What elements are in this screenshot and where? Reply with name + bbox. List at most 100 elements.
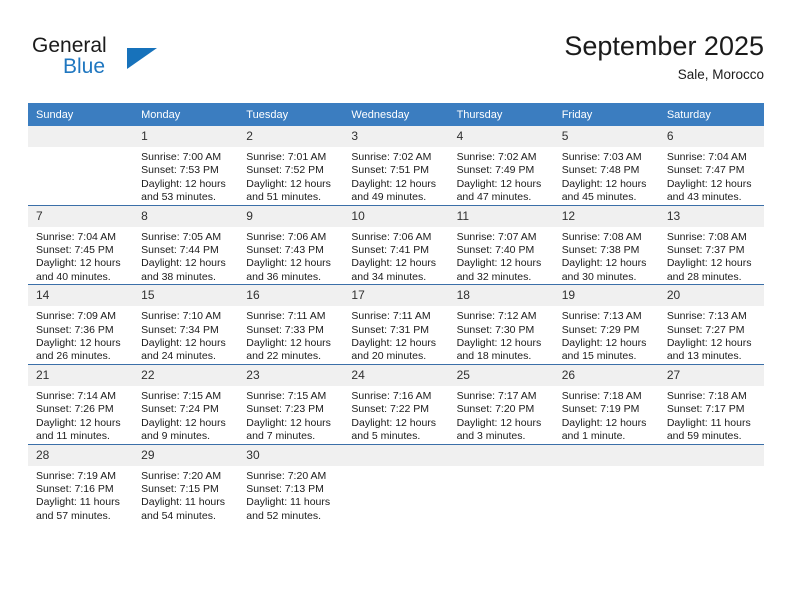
calendar-day-cell[interactable]: 12 Sunrise: 7:08 AM Sunset: 7:38 PM Dayligh…: [553, 204, 659, 285]
day-info: Sunrise: 7:15 AM Sunset: 7:24 PM Daylight:…: [133, 386, 238, 444]
sunrise-text: Sunrise: 7:11 AM: [246, 310, 326, 323]
calendar-day-cell[interactable]: 22 Sunrise: 7:15 AM Sunset: 7:24 PM Dayligh…: [133, 363, 239, 444]
daylight-text-line1: Daylight: 12 hours: [351, 177, 437, 190]
daylight-text-line1: Daylight: 12 hours: [141, 257, 226, 270]
sunrise-text: Sunrise: 7:16 AM: [351, 389, 432, 402]
day-number: 20: [658, 285, 764, 307]
sunrise-text: Sunrise: 7:04 AM: [666, 151, 747, 163]
calendar-day-cell[interactable]: 1 Sunrise: 7:00 AM Sunset: 7:53 PM Daylight…: [133, 126, 239, 206]
sunset-text: Sunset: 7:26 PM: [36, 403, 114, 416]
day-number: [658, 444, 764, 466]
calendar-day-cell[interactable]: 23 Sunrise: 7:15 AM Sunset: 7:23 PM Dayligh…: [238, 363, 344, 444]
daylight-text-line2: and 1 minute.: [561, 430, 626, 443]
calendar-week-row: 14 Sunrise: 7:09 AM Sunset: 7:36 PM Dayligh…: [28, 284, 764, 365]
sunset-text: Sunset: 7:38 PM: [561, 244, 640, 257]
day-number: 23: [238, 364, 344, 386]
daylight-text-line1: Daylight: 12 hours: [246, 337, 331, 350]
calendar-day-cell[interactable]: 13 Sunrise: 7:08 AM Sunset: 7:37 PM Dayligh…: [658, 204, 764, 285]
sunrise-text: Sunrise: 7:08 AM: [561, 230, 642, 243]
calendar-day-cell[interactable]: 9 Sunrise: 7:06 AM Sunset: 7:43 PM Daylight…: [238, 204, 344, 285]
calendar-day-cell[interactable]: 15 Sunrise: 7:10 AM Sunset: 7:34 PM Dayligh…: [133, 284, 239, 365]
daylight-text-line2: and 57 minutes.: [36, 509, 111, 522]
day-info: Sunrise: 7:13 AM Sunset: 7:29 PM Daylight:…: [554, 306, 659, 364]
day-number: 12: [553, 205, 659, 227]
calendar-day-cell[interactable]: 27 Sunrise: 7:18 AM Sunset: 7:17 PM Dayligh…: [658, 363, 764, 444]
daylight-text-line2: and 51 minutes.: [246, 191, 321, 204]
calendar-day-cell[interactable]: 21 Sunrise: 7:14 AM Sunset: 7:26 PM Dayligh…: [28, 363, 134, 444]
day-info: Sunrise: 7:14 AM Sunset: 7:26 PM Daylight:…: [28, 386, 133, 444]
sunset-text: Sunset: 7:36 PM: [36, 323, 114, 336]
daylight-text-line1: Daylight: 12 hours: [351, 257, 437, 270]
calendar-day-cell[interactable]: 6 Sunrise: 7:04 AM Sunset: 7:47 PM Daylight…: [658, 126, 764, 206]
daylight-text-line2: and 24 minutes.: [141, 350, 216, 363]
day-number: 17: [343, 285, 449, 307]
sunset-text: Sunset: 7:13 PM: [246, 482, 324, 495]
calendar-day-cell[interactable]: 3 Sunrise: 7:02 AM Sunset: 7:51 PM Daylight…: [343, 126, 449, 206]
general-blue-logo[interactable]: General Blue: [32, 34, 172, 90]
sunrise-text: Sunrise: 7:00 AM: [141, 151, 222, 163]
calendar-day-cell[interactable]: 16 Sunrise: 7:11 AM Sunset: 7:33 PM Dayligh…: [238, 284, 344, 365]
calendar-day-cell[interactable]: 18 Sunrise: 7:12 AM Sunset: 7:30 PM Dayligh…: [448, 284, 554, 365]
day-number: 1: [133, 126, 239, 147]
calendar-day-cell[interactable]: 5 Sunrise: 7:03 AM Sunset: 7:48 PM Daylight…: [553, 126, 659, 206]
calendar-day-cell[interactable]: 30 Sunrise: 7:20 AM Sunset: 7:13 PM Dayligh…: [238, 443, 344, 524]
day-info: Sunrise: 7:16 AM Sunset: 7:22 PM Daylight:…: [343, 386, 448, 444]
calendar-day-cell[interactable]: 8 Sunrise: 7:05 AM Sunset: 7:44 PM Daylight…: [133, 204, 239, 285]
calendar-day-cell[interactable]: 14 Sunrise: 7:09 AM Sunset: 7:36 PM Dayligh…: [28, 284, 134, 365]
daylight-text-line1: Daylight: 11 hours: [246, 496, 331, 509]
sunrise-text: Sunrise: 7:06 AM: [351, 230, 432, 243]
calendar-day-cell[interactable]: 17 Sunrise: 7:11 AM Sunset: 7:31 PM Dayligh…: [343, 284, 449, 365]
sunrise-text: Sunrise: 7:04 AM: [36, 230, 116, 243]
calendar-day-cell[interactable]: 29 Sunrise: 7:20 AM Sunset: 7:15 PM Dayligh…: [133, 443, 239, 524]
sunset-text: Sunset: 7:48 PM: [561, 164, 640, 177]
weekday-header-saturday: Saturday: [658, 103, 764, 126]
calendar-day-cell[interactable]: 2 Sunrise: 7:01 AM Sunset: 7:52 PM Daylight…: [238, 126, 344, 206]
calendar-day-cell[interactable]: 4 Sunrise: 7:02 AM Sunset: 7:49 PM Daylight…: [448, 126, 554, 206]
calendar-week-row: 28 Sunrise: 7:19 AM Sunset: 7:16 PM Dayligh…: [28, 443, 764, 524]
sunrise-text: Sunrise: 7:11 AM: [351, 310, 431, 323]
sunrise-text: Sunrise: 7:19 AM: [36, 469, 116, 482]
daylight-text-line2: and 43 minutes.: [666, 191, 742, 204]
daylight-text-line1: Daylight: 11 hours: [141, 496, 225, 509]
sunset-text: Sunset: 7:37 PM: [666, 244, 745, 257]
sunset-text: Sunset: 7:17 PM: [666, 403, 745, 416]
daylight-text-line1: Daylight: 12 hours: [246, 416, 331, 429]
day-info: Sunrise: 7:04 AM Sunset: 7:45 PM Daylight:…: [28, 227, 133, 285]
daylight-text-line1: Daylight: 11 hours: [36, 496, 120, 509]
sunrise-text: Sunrise: 7:17 AM: [456, 389, 537, 402]
calendar-day-cell[interactable]: 10 Sunrise: 7:06 AM Sunset: 7:41 PM Dayligh…: [343, 204, 449, 285]
sunrise-text: Sunrise: 7:02 AM: [456, 151, 537, 163]
day-number: 7: [28, 205, 134, 227]
day-info: Sunrise: 7:20 AM Sunset: 7:13 PM Daylight:…: [238, 466, 343, 524]
sunset-text: Sunset: 7:15 PM: [141, 482, 219, 495]
daylight-text-line1: Daylight: 12 hours: [666, 257, 752, 270]
daylight-text-line2: and 5 minutes.: [351, 430, 421, 443]
daylight-text-line2: and 30 minutes.: [561, 270, 637, 283]
calendar-day-cell[interactable]: 11 Sunrise: 7:07 AM Sunset: 7:40 PM Dayligh…: [448, 204, 554, 285]
sunset-text: Sunset: 7:27 PM: [666, 323, 745, 336]
day-info: Sunrise: 7:15 AM Sunset: 7:23 PM Daylight:…: [238, 386, 343, 444]
sunrise-text: Sunrise: 7:05 AM: [141, 230, 222, 243]
sunrise-text: Sunrise: 7:18 AM: [666, 389, 747, 402]
sunset-text: Sunset: 7:34 PM: [141, 323, 219, 336]
sunrise-text: Sunrise: 7:13 AM: [561, 310, 642, 323]
daylight-text-line2: and 20 minutes.: [351, 350, 427, 363]
daylight-text-line1: Daylight: 12 hours: [351, 416, 437, 429]
calendar-empty-cell: [343, 443, 449, 524]
calendar-grid: Sunday Monday Tuesday Wednesday Thursday…: [28, 103, 764, 524]
day-info: Sunrise: 7:07 AM Sunset: 7:40 PM Daylight:…: [449, 227, 554, 285]
daylight-text-line1: Daylight: 11 hours: [666, 416, 751, 429]
sunset-text: Sunset: 7:19 PM: [561, 403, 640, 416]
calendar-day-cell[interactable]: 24 Sunrise: 7:16 AM Sunset: 7:22 PM Dayligh…: [343, 363, 449, 444]
calendar-day-cell[interactable]: 25 Sunrise: 7:17 AM Sunset: 7:20 PM Dayligh…: [448, 363, 554, 444]
calendar-day-cell[interactable]: 26 Sunrise: 7:18 AM Sunset: 7:19 PM Dayligh…: [553, 363, 659, 444]
calendar-day-cell[interactable]: 28 Sunrise: 7:19 AM Sunset: 7:16 PM Dayligh…: [28, 443, 134, 524]
calendar-day-cell[interactable]: 19 Sunrise: 7:13 AM Sunset: 7:29 PM Dayligh…: [553, 284, 659, 365]
day-info: Sunrise: 7:11 AM Sunset: 7:31 PM Daylight:…: [343, 306, 448, 364]
calendar-day-cell[interactable]: 7 Sunrise: 7:04 AM Sunset: 7:45 PM Daylight…: [28, 204, 134, 285]
sunset-text: Sunset: 7:53 PM: [141, 164, 219, 177]
day-info: Sunrise: 7:06 AM Sunset: 7:43 PM Daylight:…: [238, 227, 343, 285]
calendar-day-cell[interactable]: 20 Sunrise: 7:13 AM Sunset: 7:27 PM Dayligh…: [658, 284, 764, 365]
weekday-header-monday: Monday: [133, 103, 239, 126]
daylight-text-line2: and 15 minutes.: [561, 350, 637, 363]
